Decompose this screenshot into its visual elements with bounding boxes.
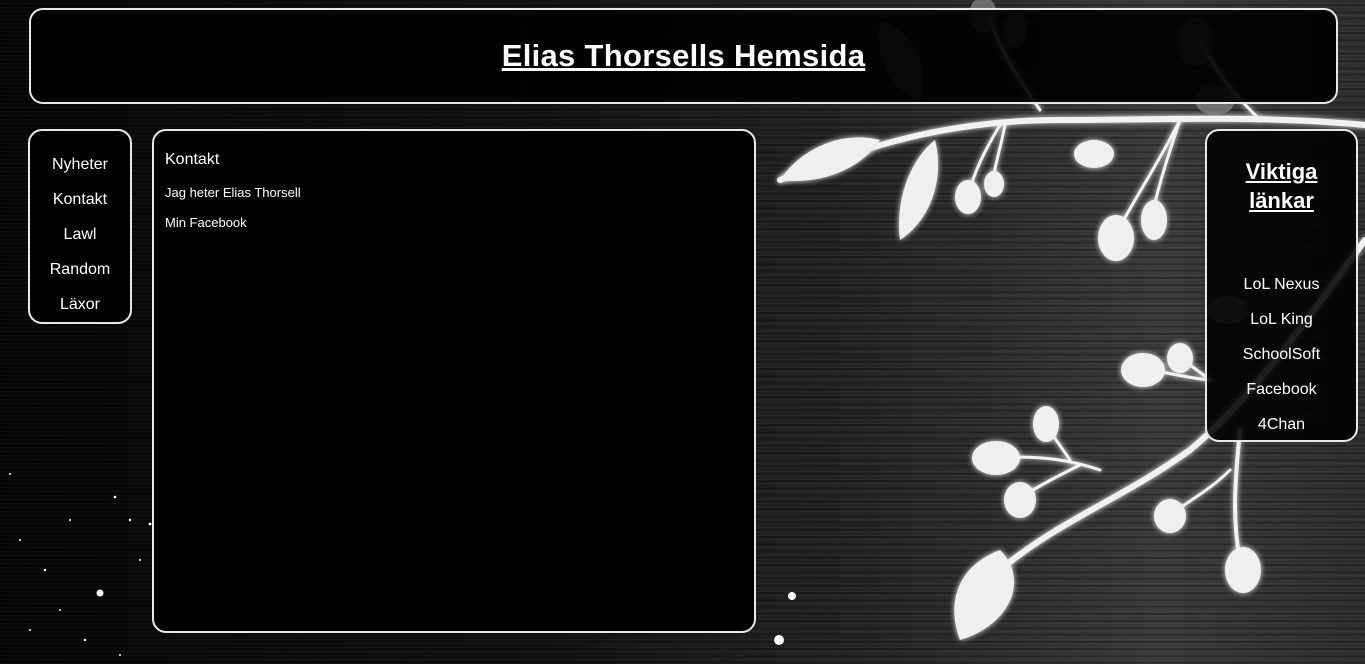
main-content: Kontakt Jag heter Elias Thorsell Min Fac… [152, 129, 756, 633]
intro-text: Jag heter Elias Thorsell [165, 185, 301, 200]
nav-item-lawl[interactable]: Lawl [30, 217, 130, 252]
nav-item-kontakt[interactable]: Kontakt [30, 182, 130, 217]
link-lol-nexus[interactable]: LoL Nexus [1207, 267, 1356, 302]
content-heading: Kontakt [165, 151, 220, 168]
nav-item-laxor[interactable]: Läxor [30, 287, 130, 322]
links-sidebar: Viktiga länkar LoL Nexus LoL King School… [1205, 129, 1358, 442]
facebook-link[interactable]: Min Facebook [165, 215, 247, 230]
link-schoolsoft[interactable]: SchoolSoft [1207, 337, 1356, 372]
sidebar-title: Viktiga länkar [1207, 157, 1356, 215]
site-header: Elias Thorsells Hemsida [29, 8, 1338, 104]
link-lol-king[interactable]: LoL King [1207, 302, 1356, 337]
sidebar-title-line2: länkar [1249, 188, 1314, 213]
nav-item-nyheter[interactable]: Nyheter [30, 147, 130, 182]
main-navigation: Nyheter Kontakt Lawl Random Läxor [28, 129, 132, 324]
link-facebook[interactable]: Facebook [1207, 372, 1356, 407]
sidebar-title-line1: Viktiga [1245, 159, 1318, 184]
link-4chan[interactable]: 4Chan [1207, 407, 1356, 442]
nav-item-random[interactable]: Random [30, 252, 130, 287]
sidebar-links-list: LoL Nexus LoL King SchoolSoft Facebook 4… [1207, 267, 1356, 442]
site-title: Elias Thorsells Hemsida [501, 38, 866, 73]
facebook-paragraph: Min Facebook [165, 215, 743, 231]
